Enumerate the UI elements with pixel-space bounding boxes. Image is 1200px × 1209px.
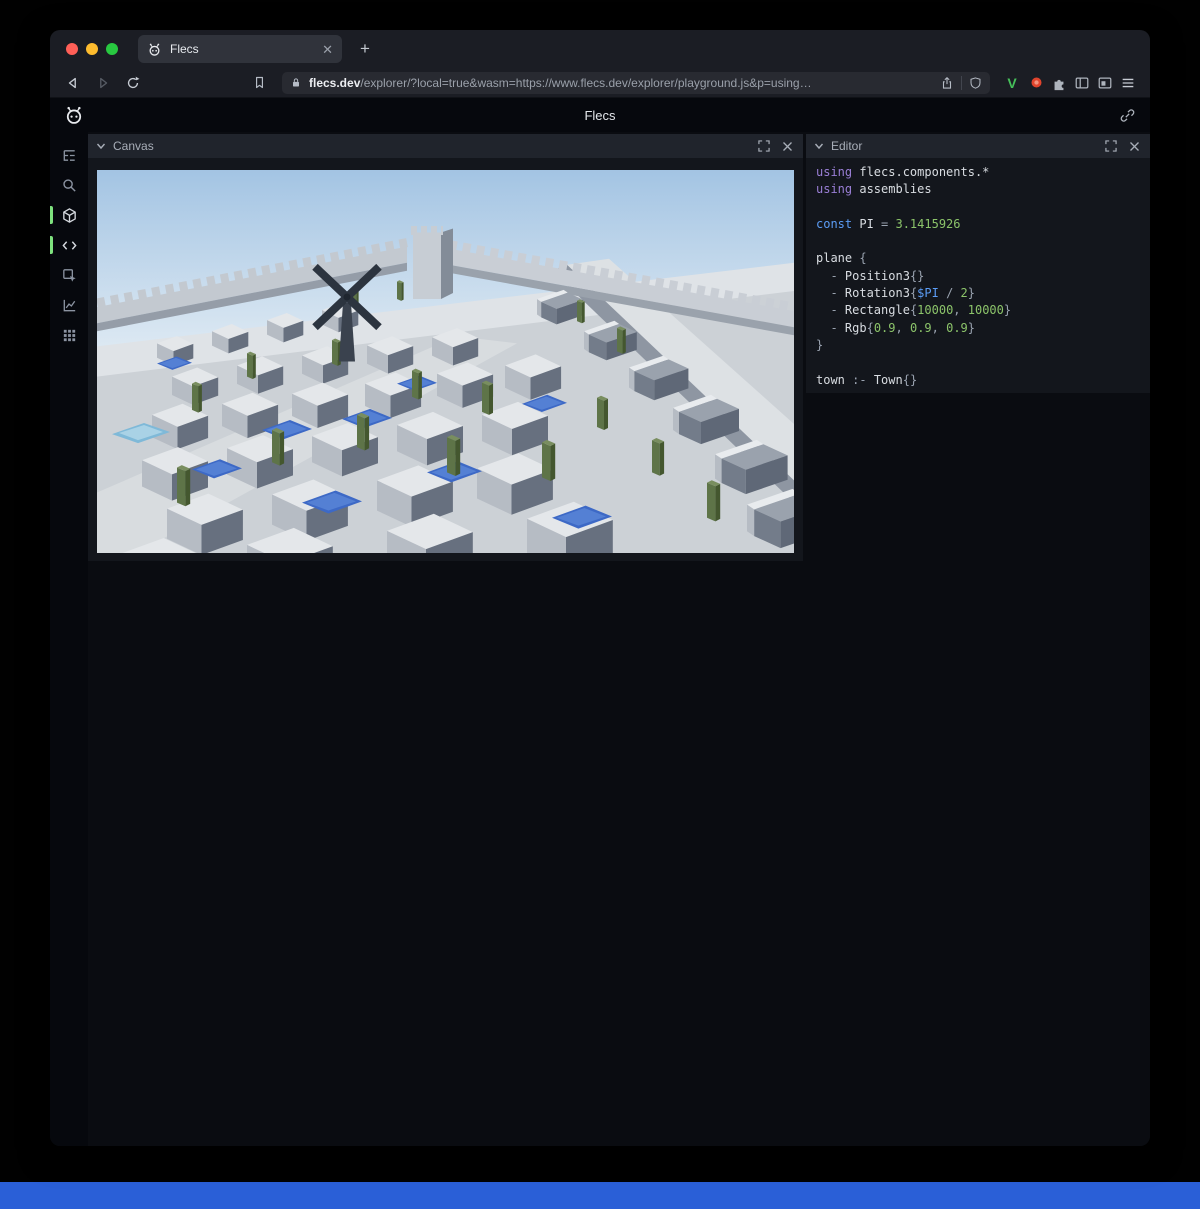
canvas-panel-header[interactable]: Canvas: [88, 134, 803, 158]
close-window-button[interactable]: [66, 43, 78, 55]
page-title: Flecs: [50, 108, 1150, 123]
sidebar-item-editor[interactable]: [50, 230, 88, 260]
canvas-panel: Canvas: [88, 134, 803, 561]
inspect-icon: [61, 267, 78, 284]
share-link-icon[interactable]: [1119, 107, 1136, 124]
desktop-background-strip: [0, 1182, 1200, 1209]
reload-button[interactable]: [120, 71, 146, 95]
urlbar-divider: [961, 76, 962, 90]
canvas-panel-title: Canvas: [113, 139, 749, 153]
sidebar-item-canvas[interactable]: [50, 200, 88, 230]
lock-icon: [290, 76, 302, 89]
sidebar-item-stats[interactable]: [50, 290, 88, 320]
toolbar-extensions-area: V: [1002, 75, 1140, 91]
app-menu-icon[interactable]: [1120, 75, 1136, 91]
editor-panel-title: Editor: [831, 139, 1096, 153]
extensions-puzzle-icon[interactable]: [1051, 75, 1067, 91]
code-editor[interactable]: using flecs.components.*using assemblies…: [806, 158, 1150, 393]
tab-bar: Flecs ✕ +: [50, 30, 1150, 68]
search-icon: [61, 177, 78, 194]
tab-overview-icon[interactable]: [1097, 75, 1113, 91]
close-panel-icon[interactable]: [779, 138, 795, 154]
new-tab-button[interactable]: +: [352, 36, 378, 62]
sidebar-item-search[interactable]: [50, 170, 88, 200]
app-header: Flecs: [50, 98, 1150, 132]
url-domain: flecs.dev: [309, 76, 360, 90]
matrix-icon: [61, 327, 78, 344]
url-bar[interactable]: flecs.dev/explorer/?local=true&wasm=http…: [282, 72, 990, 94]
shield-icon[interactable]: [969, 76, 982, 90]
back-button[interactable]: [60, 71, 86, 95]
expand-panel-icon[interactable]: [756, 138, 772, 154]
chevron-down-icon: [814, 141, 824, 151]
navigation-toolbar: flecs.dev/explorer/?local=true&wasm=http…: [50, 68, 1150, 98]
screen: Flecs ✕ +: [0, 0, 1200, 1209]
forward-button[interactable]: [90, 71, 116, 95]
chevron-down-icon: [96, 141, 106, 151]
browser-tab-flecs[interactable]: Flecs ✕: [138, 35, 342, 63]
canvas-3d-scene[interactable]: [97, 170, 794, 553]
close-panel-icon[interactable]: [1126, 138, 1142, 154]
sidebar-toggle-icon[interactable]: [1074, 75, 1090, 91]
extension-v-icon[interactable]: V: [1002, 75, 1022, 91]
minimize-window-button[interactable]: [86, 43, 98, 55]
editor-panel: Editor using flecs.components.*using ass…: [806, 134, 1150, 393]
sidebar-item-matrix[interactable]: [50, 320, 88, 350]
url-text: flecs.dev/explorer/?local=true&wasm=http…: [309, 76, 933, 90]
expand-panel-icon[interactable]: [1103, 138, 1119, 154]
scene-cube-icon: [61, 207, 78, 224]
sidebar-item-inspect[interactable]: [50, 260, 88, 290]
url-path: /explorer/?local=true&wasm=https://www.f…: [360, 76, 811, 90]
flecs-favicon: [147, 42, 162, 57]
tab-close-icon[interactable]: ✕: [322, 43, 333, 56]
left-icon-rail: [50, 132, 88, 1146]
maximize-window-button[interactable]: [106, 43, 118, 55]
canvas-panel-body: [88, 158, 803, 561]
code-icon: [61, 237, 78, 254]
extension-red-icon[interactable]: [1029, 75, 1044, 90]
browser-window: Flecs ✕ +: [50, 30, 1150, 1146]
editor-panel-header[interactable]: Editor: [806, 134, 1150, 158]
sidebar-item-tree[interactable]: [50, 140, 88, 170]
editor-panel-body: using flecs.components.*using assemblies…: [806, 158, 1150, 393]
stats-icon: [61, 297, 78, 314]
share-icon[interactable]: [940, 76, 954, 90]
bookmark-icon[interactable]: [246, 71, 272, 95]
tab-title: Flecs: [170, 42, 314, 56]
explorer-content: Canvas: [50, 132, 1150, 1146]
window-controls: [50, 43, 138, 55]
